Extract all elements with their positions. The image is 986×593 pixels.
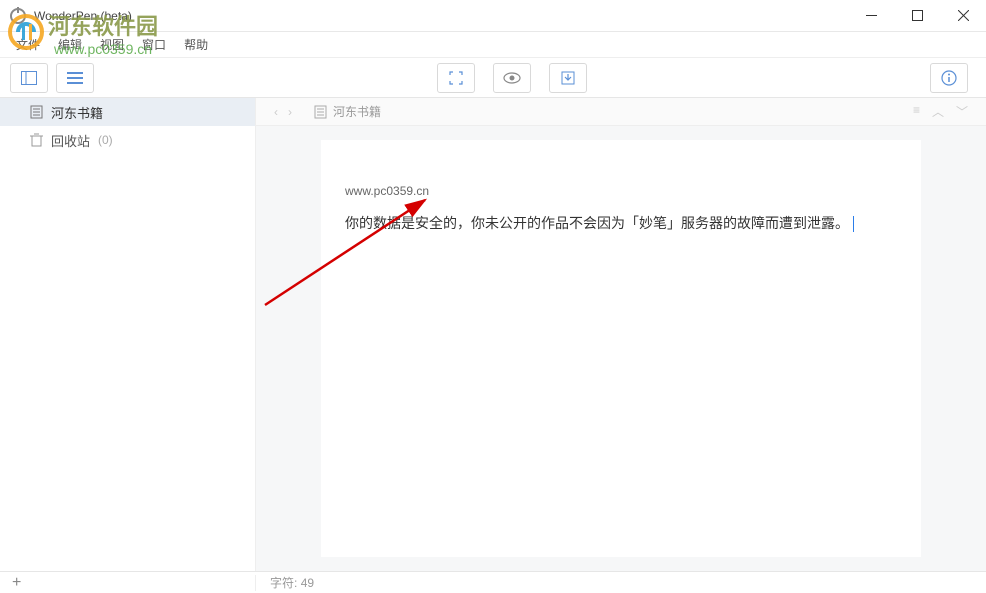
minimize-button[interactable] <box>848 0 894 32</box>
export-button[interactable] <box>549 63 587 93</box>
maximize-button[interactable] <box>894 0 940 32</box>
app-icon <box>10 8 26 24</box>
sidebar-item-label: 河东书籍 <box>51 103 103 122</box>
chevron-up-icon[interactable]: ︿ <box>932 103 944 120</box>
content-text: 你的数据是安全的，你未公开的作品不会因为「妙笔」服务器的故障而遭到泄露。 <box>345 215 849 231</box>
add-button[interactable]: + <box>0 575 256 591</box>
editor[interactable]: www.pc0359.cn 你的数据是安全的，你未公开的作品不会因为「妙笔」服务… <box>321 140 921 557</box>
titlebar: WonderPen (beta) <box>0 0 986 32</box>
sidebar: 河东书籍 回收站 (0) <box>0 98 256 571</box>
editor-container: www.pc0359.cn 你的数据是安全的，你未公开的作品不会因为「妙笔」服务… <box>256 126 986 571</box>
view-list-icon[interactable]: ≡ <box>913 103 920 120</box>
editor-url-text: www.pc0359.cn <box>345 184 897 198</box>
statusbar: + 字符: 49 <box>0 571 986 593</box>
sidebar-item-count: (0) <box>98 133 113 147</box>
nav-back-icon[interactable]: ‹ <box>274 105 278 119</box>
breadcrumb: ‹ › 河东书籍 ≡ ︿ ﹀ <box>256 98 986 126</box>
sidebar-item-book[interactable]: 河东书籍 <box>0 98 255 126</box>
char-count-value: 49 <box>301 576 314 590</box>
sidebar-item-label: 回收站 <box>51 131 90 150</box>
nav-forward-icon[interactable]: › <box>288 105 292 119</box>
menu-edit[interactable]: 编辑 <box>50 33 90 56</box>
text-cursor <box>853 216 854 232</box>
menu-view[interactable]: 视图 <box>92 33 132 56</box>
info-button[interactable] <box>930 63 968 93</box>
toolbar <box>0 58 986 98</box>
menu-help[interactable]: 帮助 <box>176 33 216 56</box>
chevron-down-icon[interactable]: ﹀ <box>956 103 968 120</box>
editor-content[interactable]: 你的数据是安全的，你未公开的作品不会因为「妙笔」服务器的故障而遭到泄露。 <box>345 212 897 236</box>
menu-window[interactable]: 窗口 <box>134 33 174 56</box>
window-title: WonderPen (beta) <box>34 9 848 23</box>
document-icon <box>30 105 43 119</box>
char-count: 字符: 49 <box>256 574 314 591</box>
sidebar-toggle-button[interactable] <box>10 63 48 93</box>
menubar: 文件 编辑 视图 窗口 帮助 <box>0 32 986 58</box>
menu-file[interactable]: 文件 <box>8 33 48 56</box>
sidebar-item-trash[interactable]: 回收站 (0) <box>0 126 255 154</box>
trash-icon <box>30 133 43 147</box>
preview-button[interactable] <box>493 63 531 93</box>
char-count-label: 字符: <box>270 576 297 590</box>
main-area: ‹ › 河东书籍 ≡ ︿ ﹀ www.pc0359.cn 你的数据是安全的，你未… <box>256 98 986 571</box>
close-button[interactable] <box>940 0 986 32</box>
app-body: 河东书籍 回收站 (0) ‹ › 河东书籍 ≡ ︿ ﹀ w <box>0 98 986 571</box>
breadcrumb-doc[interactable]: 河东书籍 <box>333 103 381 120</box>
fullscreen-button[interactable] <box>437 63 475 93</box>
document-icon <box>314 105 327 119</box>
list-toggle-button[interactable] <box>56 63 94 93</box>
